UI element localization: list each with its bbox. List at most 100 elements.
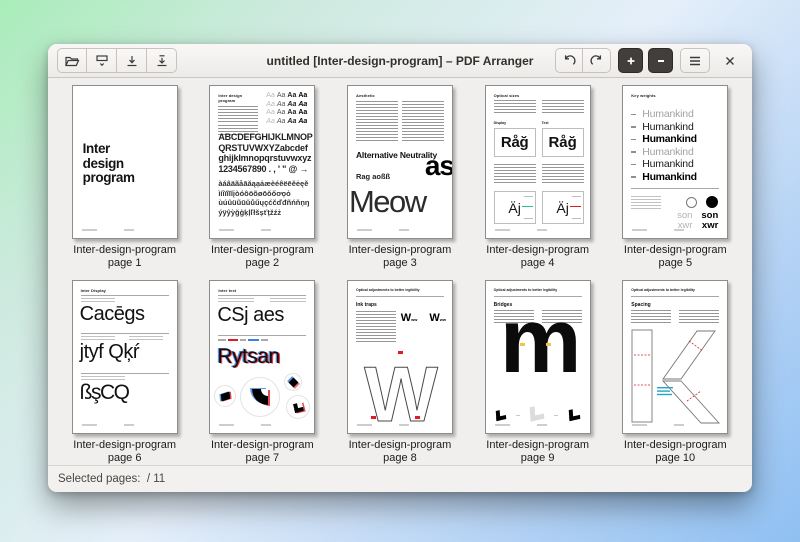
page-thumbnail-5[interactable]: Key weights Humankind Humankind Humankin… xyxy=(608,85,742,270)
spacing-k-diagram xyxy=(631,329,721,424)
page-footer xyxy=(219,229,272,231)
placeholder-text xyxy=(493,100,536,115)
page-preview-3: Aesthetic Alternative Neutrality Rag aoß… xyxy=(346,85,453,239)
rag-box-display: Råğ xyxy=(493,128,536,157)
section-title: Aesthetic xyxy=(355,93,375,98)
subsection-title: Ink traps xyxy=(355,302,377,308)
cover-title: Inter design program xyxy=(82,141,135,185)
placeholder-label xyxy=(80,376,125,380)
page-thumbnail-4[interactable]: Optical sizes Display Text Råğ Råğ Äj Äj… xyxy=(471,85,605,270)
aa-specimen: Aa Aa Aa Aa Aa Aa Aa Aa Aa Aa Aa Aa Aa Aa Aa Aa xyxy=(266,92,308,125)
placeholder-label xyxy=(80,336,115,340)
save-as-button[interactable] xyxy=(147,48,177,73)
page-thumbnail-7[interactable]: Inter text CSj aes Rytsan Inter-design-p… xyxy=(195,280,329,465)
section-title: Optical adjustments to better legibility xyxy=(631,288,695,292)
redo-button[interactable] xyxy=(583,48,611,73)
selected-pages-status: Selected pages: / 11 xyxy=(58,473,166,485)
zoom-in-button[interactable] xyxy=(618,48,643,73)
as-sample: as xyxy=(424,150,453,181)
page-footer xyxy=(494,424,547,426)
page-preview-7: Inter text CSj aes Rytsan xyxy=(209,280,316,434)
bridge-mark xyxy=(519,343,525,346)
thumbnail-row-2: Inter Display Cacēgs jtyf Qķŕ ßşCQ Inter… xyxy=(54,280,746,465)
page-caption-7: Inter-design-program page 7 xyxy=(210,439,314,464)
page-preview-2: Inter design program Aa Aa Aa Aa Aa Aa Aa Aa A… xyxy=(209,85,316,239)
page-preview-6: Inter Display Cacēgs jtyf Qķŕ ßşCQ xyxy=(71,280,178,434)
page-caption-4: Inter-design-program page 4 xyxy=(486,244,589,269)
aj-box-text: Äj xyxy=(541,191,584,224)
page-preview-10: Optical adjustments to better legibility… xyxy=(622,280,729,434)
close-button[interactable] xyxy=(717,48,743,73)
glyph-row-3: ßşCQ xyxy=(79,381,130,404)
page-caption-9: Inter-design-program page 9 xyxy=(486,439,589,464)
o-specimen: son xwr son xwr xyxy=(677,196,719,231)
page-caption-6: Inter-design-program page 6 xyxy=(73,439,177,464)
weights-list: Humankind Humankind Humankind Humankind … xyxy=(631,108,719,183)
page-thumbnail-10[interactable]: Optical adjustments to better legibility… xyxy=(608,280,742,465)
zoom-detail-circle xyxy=(286,395,311,419)
headerbar-right-controls xyxy=(555,48,743,73)
section-title: Optical sizes xyxy=(493,93,520,98)
column-label: Display xyxy=(493,121,507,125)
page-footer xyxy=(219,424,272,426)
meow-sample: Meow xyxy=(348,184,427,219)
zoom-group xyxy=(618,48,673,73)
zoom-detail-circle xyxy=(214,385,237,407)
headerbar[interactable]: untitled [Inter-design-program] – PDF Ar… xyxy=(48,44,752,78)
undo-redo-group xyxy=(555,48,611,73)
page-footer xyxy=(632,424,685,426)
placeholder-label xyxy=(128,336,163,340)
save-icon xyxy=(124,53,140,69)
page-caption-2: Inter-design-program page 2 xyxy=(210,244,314,269)
glyph-row-2: jtyf Qķŕ xyxy=(79,341,140,363)
undo-icon xyxy=(561,53,577,69)
corner-details xyxy=(495,404,580,422)
page-thumbnail-8[interactable]: Optical adjustments to better legibility… xyxy=(333,280,467,465)
zoom-out-button[interactable] xyxy=(648,48,673,73)
thumbnail-row-1: Inter design program Inter-design-program p… xyxy=(54,85,746,270)
hamburger-menu-icon xyxy=(687,53,703,69)
import-button[interactable] xyxy=(87,48,117,73)
open-button[interactable] xyxy=(57,48,87,73)
import-pages-icon xyxy=(94,53,110,69)
page-caption-1: Inter-design-program page 1 xyxy=(73,244,177,269)
page-thumbnail-3[interactable]: Aesthetic Alternative Neutrality Rag aoß… xyxy=(333,85,467,270)
file-toolbar-group xyxy=(57,48,177,73)
placeholder-text xyxy=(631,310,672,323)
menu-button[interactable] xyxy=(680,48,710,73)
rag-box-text: Råğ xyxy=(541,128,584,157)
page-caption-5: Inter-design-program page 5 xyxy=(623,244,727,269)
zoom-detail-circle xyxy=(240,377,281,417)
page-thumbnail-6[interactable]: Inter Display Cacēgs jtyf Qķŕ ßşCQ Inter… xyxy=(58,280,192,465)
giant-outline-w: W xyxy=(364,350,439,430)
page-preview-4: Optical sizes Display Text Råğ Råğ Äj Äj xyxy=(484,85,591,239)
page-thumbnail-1[interactable]: Inter design program Inter-design-program p… xyxy=(58,85,192,270)
placeholder-text xyxy=(541,164,584,184)
placeholder-text xyxy=(631,196,662,210)
redo-icon xyxy=(589,53,605,69)
save-as-icon xyxy=(154,53,170,69)
pages-grid: Inter design program Inter-design-program p… xyxy=(48,78,752,465)
giant-m: m xyxy=(499,290,582,392)
zoom-in-icon xyxy=(624,54,638,68)
section-title: Key weights xyxy=(631,93,656,98)
placeholder-text xyxy=(493,164,536,184)
page-preview-5: Key weights Humankind Humankind Humankin… xyxy=(622,85,729,239)
page-preview-8: Optical adjustments to better legibility… xyxy=(346,280,453,434)
statusbar: Selected pages: / 11 xyxy=(48,465,752,492)
placeholder-label xyxy=(270,298,307,302)
column-label: Text xyxy=(541,121,549,125)
page-footer xyxy=(81,229,134,231)
pdf-arranger-window: untitled [Inter-design-program] – PDF Ar… xyxy=(48,44,752,492)
page-thumbnail-2[interactable]: Inter design program Aa Aa Aa Aa Aa Aa Aa Aa A… xyxy=(195,85,329,270)
placeholder-text xyxy=(355,311,396,343)
save-button[interactable] xyxy=(117,48,147,73)
page-thumbnail-9[interactable]: Optical adjustments to better legibility… xyxy=(471,280,605,465)
page-footer xyxy=(494,229,547,231)
page-preview-9: Optical adjustments to better legibility… xyxy=(484,280,591,434)
glyph-row-1: Cacēgs xyxy=(79,303,145,325)
page-caption-8: Inter-design-program page 8 xyxy=(348,439,452,464)
page-footer xyxy=(356,229,409,231)
placeholder-label xyxy=(80,298,115,302)
undo-button[interactable] xyxy=(555,48,583,73)
